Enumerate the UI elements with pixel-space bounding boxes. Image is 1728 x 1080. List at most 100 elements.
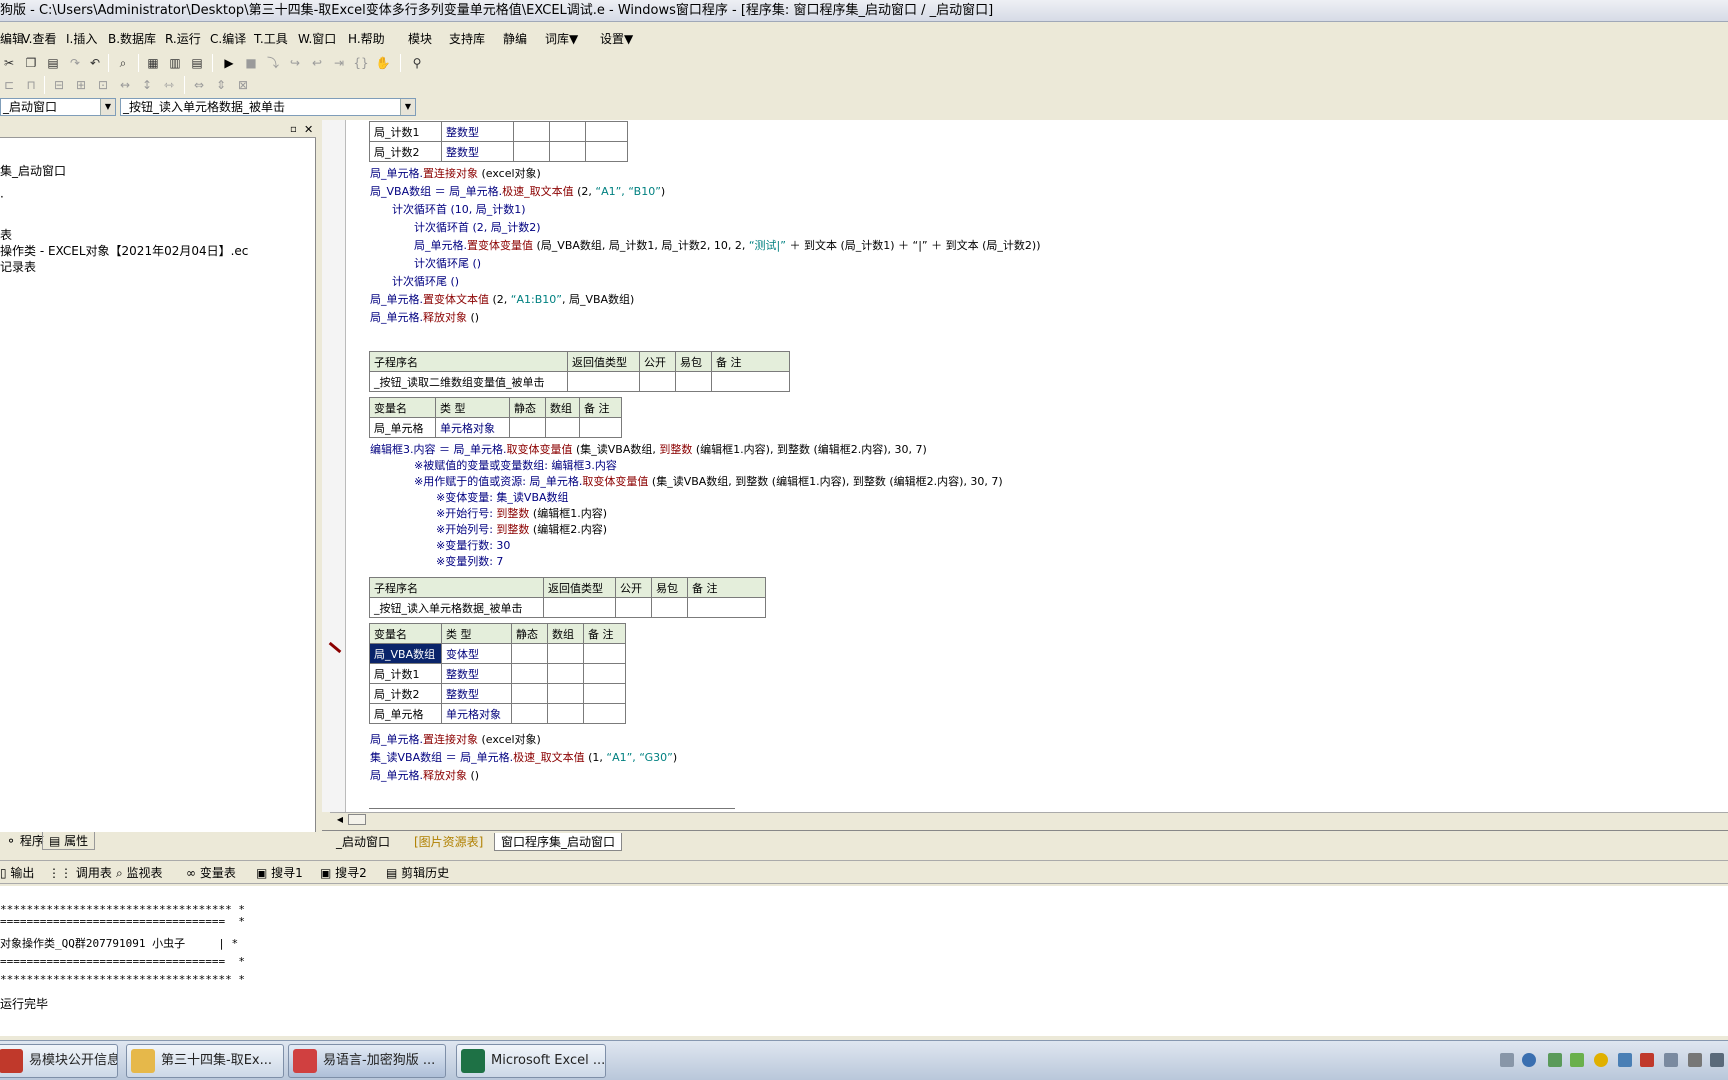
tab-output[interactable]: ▯ 输出 [0,864,34,882]
hand-icon[interactable]: ✋ [374,54,392,72]
tab-startup-window[interactable]: _启动窗口 [330,833,396,851]
var-name[interactable]: 局_计数2 [369,141,442,162]
breakpoint-icon[interactable]: {} [352,54,370,72]
run-icon[interactable]: ▶ [220,54,238,72]
find-icon[interactable]: ⌕ [114,54,132,72]
code-line[interactable]: 局_VBA数组 ＝ 局_单元格.极速_取文本值 (2, “A1”, “B10”) [370,184,665,199]
step-over-icon[interactable]: ↪ [286,54,304,72]
code-line[interactable]: 局_单元格.释放对象 () [370,310,479,325]
close-icon[interactable]: ✕ [304,123,313,136]
var-name[interactable]: 局_计数1 [369,121,442,142]
menu-support-lib[interactable]: 支持库 [449,30,485,47]
code-line[interactable]: 计次循环首 (2, 局_计数2) [414,220,541,235]
menu-module[interactable]: 模块 [408,30,432,47]
var-name[interactable]: 局_计数1 [369,663,442,684]
shield-icon[interactable] [1640,1053,1654,1067]
code-line[interactable]: ※变体变量: 集_读VBA数组 [436,490,569,505]
undo-icon[interactable]: ↶ [86,54,104,72]
hcenter-icon[interactable]: ⇔ [190,76,208,94]
sub-combo[interactable]: _按钮_读入单元格数据_被单击 ▼ [120,98,416,116]
volume-icon[interactable] [1664,1053,1678,1067]
task-ide[interactable]: 易语言-加密狗版 ... [288,1044,446,1078]
menu-settings[interactable]: 设置▼ [600,30,633,47]
menu-compile[interactable]: C.编译 [210,30,246,47]
help-icon[interactable] [1522,1053,1536,1067]
var-type[interactable]: 整数型 [441,663,512,684]
tab-search1[interactable]: ▣ 搜寻1 [256,864,303,882]
copy-icon[interactable]: ❐ [22,54,40,72]
tab-window-assembly[interactable]: 窗口程序集_启动窗口 [494,833,623,851]
grid-icon[interactable]: ⊠ [234,76,252,94]
var-name-selected[interactable]: 局_VBA数组 [369,643,442,664]
code-line[interactable]: 集_读VBA数组 ＝ 局_单元格.极速_取文本值 (1, “A1”, “G30”… [370,750,677,765]
tab-property[interactable]: ▤ 属性 [42,832,96,850]
tab-search2[interactable]: ▣ 搜寻2 [320,864,367,882]
tree-item[interactable]: 记录表 [0,258,36,275]
tree-item[interactable]: 操作类 - EXCEL对象【2021年02月04日】.ec [0,242,248,259]
same-width-icon[interactable]: ↔ [116,76,134,94]
menu-edit[interactable]: 编辑 [0,30,24,47]
code-line[interactable]: 局_单元格.释放对象 () [370,768,479,783]
code-line[interactable]: 局_单元格.置连接对象 (excel对象) [370,166,541,181]
layout2-icon[interactable]: ▥ [166,54,184,72]
tab-clip-history[interactable]: ▤ 剪辑历史 [386,864,449,882]
code-line[interactable]: 局_单元格.置连接对象 (excel对象) [370,732,541,747]
chevron-down-icon[interactable]: ▼ [100,99,115,115]
code-line[interactable]: 编辑框3.内容 ＝ 局_单元格.取变体变量值 (集_读VBA数组, 到整数 (编… [370,442,927,457]
scroll-left-icon[interactable]: ◀ [334,815,346,825]
var-type[interactable]: 整数型 [441,141,514,162]
menu-database[interactable]: B.数据库 [108,30,156,47]
keyboard-icon[interactable] [1500,1053,1514,1067]
var-name[interactable]: 局_计数2 [369,683,442,704]
code-line[interactable]: 局_单元格.置变体文本值 (2, “A1:B10”, 局_VBA数组) [370,292,634,307]
code-line[interactable]: ※被赋值的变量或变量数组: 编辑框3.内容 [414,458,617,473]
stop-icon[interactable]: ■ [242,54,260,72]
code-line[interactable]: 计次循环尾 () [414,256,481,271]
align-top-icon[interactable]: ⊟ [50,76,68,94]
space-icon[interactable]: ⇿ [160,76,178,94]
network-icon[interactable] [1548,1053,1562,1067]
code-line[interactable]: ※用作赋于的值或资源: 局_单元格.取变体变量值 (集_读VBA数组, 到整数 … [414,474,1003,489]
align-bottom-icon[interactable]: ⊡ [94,76,112,94]
monitor-icon[interactable] [1688,1053,1702,1067]
window-combo[interactable]: _启动窗口 ▼ [0,98,116,116]
var-type[interactable]: 整数型 [441,683,512,704]
cut-icon[interactable]: ✂ [0,54,18,72]
layout1-icon[interactable]: ▦ [144,54,162,72]
tab-call-stack[interactable]: ⋮⋮ 调用表 [48,864,112,882]
tab-variables[interactable]: ∞ 变量表 [186,864,236,882]
task-folder[interactable]: 第三十四集-取Ex... [126,1044,284,1078]
sub-name[interactable]: _按钮_读入单元格数据_被单击 [369,597,544,618]
run-to-cursor-icon[interactable]: ⇥ [330,54,348,72]
tab-watch[interactable]: ⌕ 监视表 [116,864,163,882]
menu-view[interactable]: V.查看 [22,30,56,47]
code-line[interactable]: 计次循环尾 () [392,274,459,289]
pin-icon[interactable]: ▫ [290,124,297,135]
menu-run[interactable]: R.运行 [165,30,201,47]
menu-window[interactable]: W.窗口 [298,30,336,47]
var-name[interactable]: 局_单元格 [369,703,442,724]
update-icon[interactable] [1594,1053,1608,1067]
var-type[interactable]: 变体型 [441,643,512,664]
menu-help[interactable]: H.帮助 [348,30,385,47]
clock-icon[interactable] [1710,1053,1724,1067]
var-type[interactable]: 整数型 [441,121,514,142]
align-left-icon[interactable]: ⊏ [0,76,18,94]
menu-tools[interactable]: T.工具 [254,30,288,47]
binoculars-icon[interactable]: ⚲ [408,54,426,72]
var-name[interactable]: 局_单元格 [369,417,436,438]
code-line[interactable]: 局_单元格.置变体变量值 (局_VBA数组, 局_计数1, 局_计数2, 10,… [414,238,1040,253]
sync-icon[interactable] [1618,1053,1632,1067]
same-height-icon[interactable]: ↕ [138,76,156,94]
tab-image-resources[interactable]: [图片资源表] [408,833,489,851]
code-line[interactable]: 计次循环首 (10, 局_计数1) [392,202,526,217]
menu-static-compile[interactable]: 静编 [503,30,527,47]
var-type[interactable]: 单元格对象 [441,703,512,724]
menu-dictionary[interactable]: 词库▼ [545,30,578,47]
redo-icon[interactable]: ↷ [66,54,84,72]
vcenter-icon[interactable]: ⇕ [212,76,230,94]
var-type[interactable]: 单元格对象 [435,417,510,438]
code-line[interactable]: ※变量列数: 7 [436,554,503,569]
align-middle-icon[interactable]: ⊞ [72,76,90,94]
layout3-icon[interactable]: ▤ [188,54,206,72]
